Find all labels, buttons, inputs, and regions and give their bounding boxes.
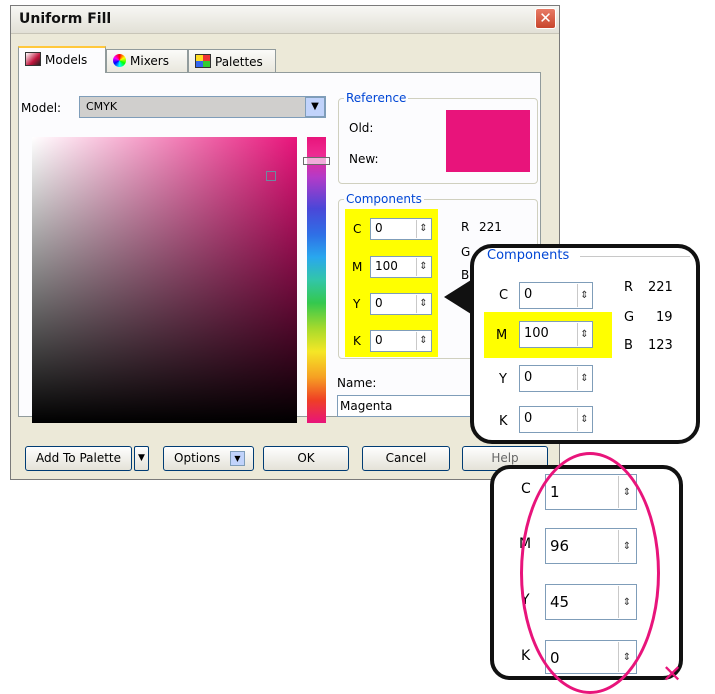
callout-magenta-value: 100 <box>524 326 549 341</box>
callout-key-value: 0 <box>524 411 533 426</box>
yellow-label: Y <box>353 297 361 311</box>
wrong-key-label: K <box>521 648 531 664</box>
callout-pointer <box>444 280 471 314</box>
spinner-icon: ⇕ <box>577 284 591 307</box>
magenta-value: 100 <box>375 259 398 273</box>
highlight-ellipse <box>520 452 660 694</box>
key-spinbox[interactable]: 0 ⇕ <box>370 330 432 352</box>
chevron-down-icon[interactable]: ▼ <box>305 97 325 117</box>
models-tab-icon <box>25 52 41 66</box>
old-color-label: Old: <box>349 121 374 135</box>
components-legend: Components <box>344 192 424 206</box>
chevron-down-icon[interactable]: ▼ <box>134 446 149 471</box>
callout-yellow-value: 0 <box>524 370 533 385</box>
callout-r-value: 221 <box>648 280 673 295</box>
spinner-icon[interactable]: ⇕ <box>416 258 430 276</box>
tab-mixers[interactable]: Mixers <box>106 49 188 73</box>
wrong-cyan-label: C <box>521 481 531 497</box>
tab-palettes-label: Palettes <box>215 55 263 69</box>
palettes-tab-icon <box>195 54 211 68</box>
callout-b-label: B <box>624 338 633 353</box>
callout-cyan-value: 0 <box>524 287 533 302</box>
rgb-r-label: R <box>461 220 470 234</box>
yellow-value: 0 <box>375 296 383 310</box>
callout-yellow-label: Y <box>499 372 507 387</box>
tab-models[interactable]: Models <box>18 46 106 73</box>
spinner-icon[interactable]: ⇕ <box>416 220 430 238</box>
ok-button[interactable]: OK <box>263 446 349 471</box>
tab-palettes[interactable]: Palettes <box>188 49 276 73</box>
options-label: Options <box>174 451 221 465</box>
callout-cyan-label: C <box>499 288 509 303</box>
callout-g-label: G <box>624 310 635 325</box>
mixers-tab-icon <box>113 54 126 67</box>
key-value: 0 <box>375 333 383 347</box>
callout-cyan-spinbox: 0 ⇕ <box>519 282 593 309</box>
close-button[interactable]: ✕ <box>535 8 556 29</box>
spinner-icon: ⇕ <box>577 367 591 390</box>
reference-color-swatch <box>446 110 530 172</box>
spinner-icon: ⇕ <box>577 408 591 431</box>
callout-r-label: R <box>624 280 634 295</box>
spinner-icon: ⇕ <box>577 323 591 346</box>
hue-slider[interactable] <box>307 137 326 423</box>
callout-key-label: K <box>499 414 508 429</box>
add-to-palette-button[interactable]: Add To Palette <box>25 446 132 471</box>
callout-yellow-spinbox: 0 ⇕ <box>519 365 593 392</box>
new-color-label: New: <box>349 152 379 166</box>
spinner-icon[interactable]: ⇕ <box>416 295 430 313</box>
callout-components-legend: Components <box>487 248 570 263</box>
callout-magenta-spinbox: 100 ⇕ <box>519 321 593 348</box>
callout-key-spinbox: 0 ⇕ <box>519 406 593 433</box>
incorrect-x-icon: ✕ <box>662 660 683 688</box>
yellow-spinbox[interactable]: 0 ⇕ <box>370 293 432 315</box>
name-label: Name: <box>337 376 377 390</box>
spinner-icon[interactable]: ⇕ <box>416 332 430 350</box>
cyan-value: 0 <box>375 221 383 235</box>
color-picker-marker[interactable] <box>266 171 276 181</box>
model-label: Model: <box>21 101 62 115</box>
cancel-button[interactable]: Cancel <box>362 446 450 471</box>
magenta-label: M <box>352 260 363 274</box>
key-label: K <box>353 334 361 348</box>
model-select-value: CMYK <box>86 100 118 113</box>
rgb-r-value: 221 <box>479 220 502 234</box>
reference-legend: Reference <box>344 91 409 105</box>
tab-models-label: Models <box>45 53 88 67</box>
cyan-spinbox[interactable]: 0 ⇕ <box>370 218 432 240</box>
tab-mixers-label: Mixers <box>130 54 169 68</box>
groupbox-divider <box>580 256 690 257</box>
magenta-spinbox[interactable]: 100 ⇕ <box>370 256 432 278</box>
cyan-label: C <box>353 222 362 236</box>
callout-b-value: 123 <box>648 338 673 353</box>
name-field-value: Magenta <box>340 399 393 413</box>
close-icon: ✕ <box>539 9 552 27</box>
callout-magenta-label: M <box>496 328 508 343</box>
rgb-g-label: G <box>461 245 471 259</box>
callout-g-value: 19 <box>656 310 673 325</box>
hue-slider-handle[interactable] <box>303 157 330 165</box>
color-picker-field[interactable] <box>32 137 297 423</box>
dialog-title: Uniform Fill <box>19 11 112 27</box>
chevron-down-icon[interactable]: ▼ <box>230 451 245 466</box>
